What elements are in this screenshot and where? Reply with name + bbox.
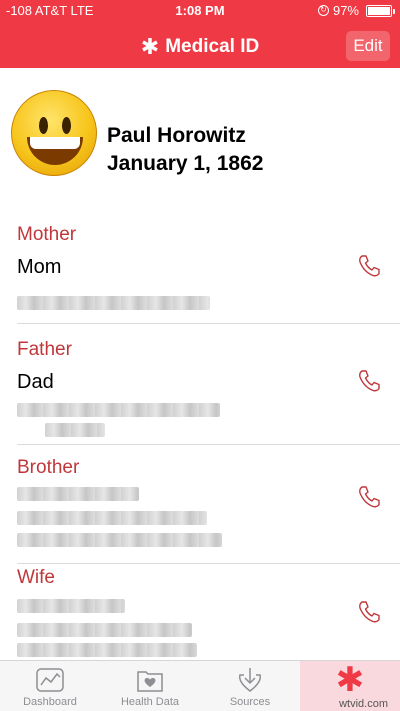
download-heart-icon (238, 668, 262, 692)
phone-icon[interactable] (356, 599, 382, 625)
profile-section: Paul Horowitz January 1, 1862 (0, 68, 400, 208)
chart-icon (36, 668, 64, 692)
contact-relation: Brother (17, 457, 80, 478)
row-divider (17, 444, 400, 445)
avatar[interactable] (11, 90, 97, 176)
redacted-contact-name (17, 487, 139, 501)
page-title-text: Medical ID (165, 36, 260, 57)
watermark: wtvid.com (339, 698, 388, 710)
tab-sources[interactable]: Sources (200, 661, 300, 711)
profile-name: Paul Horowitz (107, 124, 246, 147)
redacted-phone-number (17, 296, 210, 310)
contact-relation: Wife (17, 567, 55, 588)
header-bar: -108 AT&T LTE 1:08 PM ↻ 97% ✱ Medical ID … (0, 0, 400, 68)
avatar-eye-icon (39, 117, 48, 134)
row-divider (17, 323, 400, 324)
row-divider (17, 563, 400, 564)
phone-icon[interactable] (356, 368, 382, 394)
avatar-mouth-icon (27, 137, 83, 165)
status-right: ↻ 97% (317, 3, 395, 18)
phone-icon[interactable] (356, 484, 382, 510)
avatar-eye-icon (62, 117, 71, 134)
edit-button[interactable]: Edit (346, 31, 390, 61)
redacted-phone-number (17, 643, 197, 657)
redacted-phone-number (17, 623, 192, 637)
contact-row-wife[interactable]: Wife (0, 565, 400, 660)
contact-row-father[interactable]: Father Dad (0, 335, 400, 445)
battery-icon (366, 4, 395, 17)
contact-relation: Mother (17, 224, 77, 245)
page-title: ✱ Medical ID (0, 34, 400, 60)
tab-dashboard[interactable]: Dashboard (0, 661, 100, 711)
redacted-phone-number (17, 533, 222, 547)
redacted-phone-number (17, 511, 207, 525)
contact-name: Mom (17, 256, 62, 278)
contact-name: Dad (17, 371, 54, 393)
contact-row-brother[interactable]: Brother (0, 455, 400, 565)
tab-label: Health Data (120, 696, 180, 708)
phone-icon[interactable] (356, 253, 382, 279)
redacted-contact-name (17, 599, 125, 613)
redacted-phone-number (45, 423, 105, 437)
status-bar: -108 AT&T LTE 1:08 PM ↻ 97% (0, 0, 400, 22)
contact-relation: Father (17, 339, 72, 360)
tab-label: Sources (229, 696, 271, 708)
rotation-lock-icon: ↻ (317, 5, 329, 16)
medical-star-icon: ✱ (140, 34, 160, 59)
redacted-phone-number (17, 403, 220, 417)
tab-health-data[interactable]: Health Data (100, 661, 200, 711)
contact-row-mother[interactable]: Mother Mom (0, 220, 400, 324)
asterisk-icon: ✱ (335, 661, 365, 699)
tab-label: Dashboard (23, 696, 77, 708)
heart-folder-icon (137, 671, 163, 692)
battery-percent: 97% (332, 3, 359, 18)
profile-dob: January 1, 1862 (107, 152, 264, 175)
